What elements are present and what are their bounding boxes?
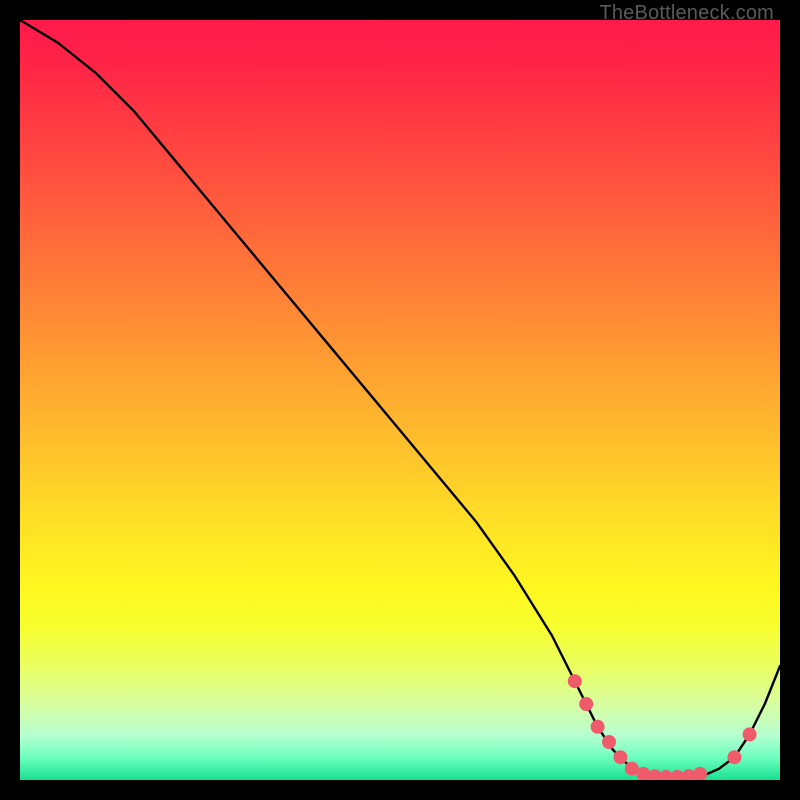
- chart-stage: TheBottleneck.com: [0, 0, 800, 800]
- curve-marker: [579, 697, 593, 711]
- chart-svg: [20, 20, 780, 780]
- curve-marker: [727, 750, 741, 764]
- curve-marker: [602, 735, 616, 749]
- curve-marker: [613, 750, 627, 764]
- curve-marker: [591, 720, 605, 734]
- curve-marker: [743, 727, 757, 741]
- plot-area: [20, 20, 780, 780]
- curve-marker: [693, 767, 707, 780]
- curve-marker: [568, 674, 582, 688]
- curve-line: [20, 20, 780, 777]
- curve-markers: [568, 674, 757, 780]
